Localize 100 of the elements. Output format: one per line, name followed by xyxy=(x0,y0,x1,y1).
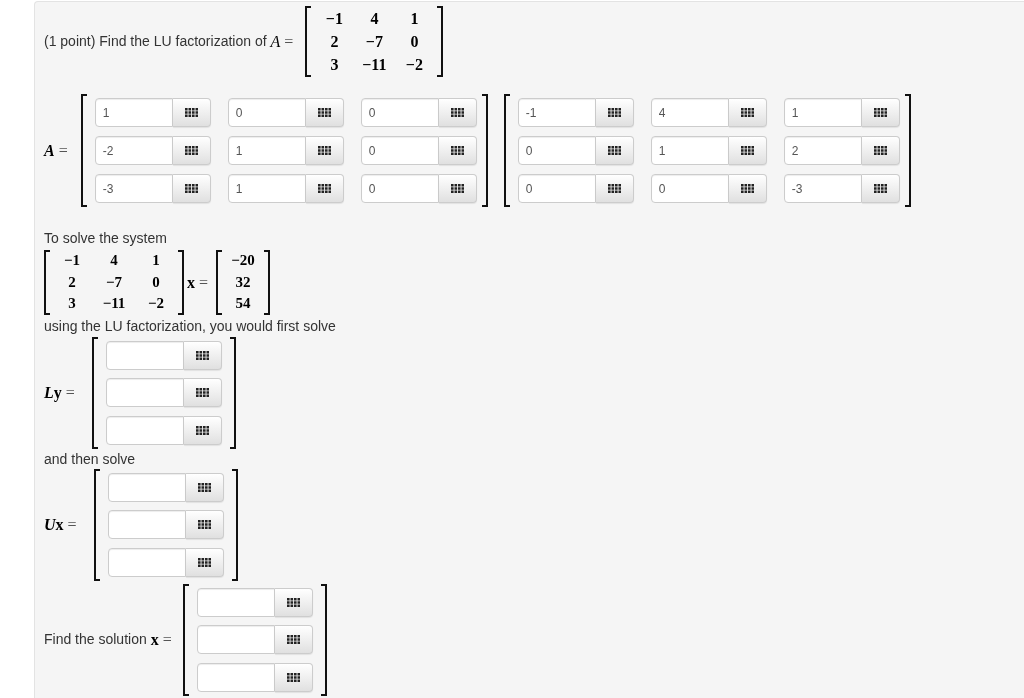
palette-button[interactable] xyxy=(185,547,224,577)
answer-field[interactable] xyxy=(196,662,275,692)
grid-icon xyxy=(317,146,331,155)
palette-button[interactable] xyxy=(861,174,900,203)
answer-field[interactable] xyxy=(196,625,275,654)
palette-button[interactable] xyxy=(172,98,211,127)
right-bracket xyxy=(264,250,271,315)
palette-button[interactable] xyxy=(274,662,313,692)
matrix-entry: −2 xyxy=(404,55,424,75)
grid-icon xyxy=(184,108,198,117)
answer-field[interactable]: 0 xyxy=(517,136,596,165)
matrix-entry: 1 xyxy=(151,251,161,270)
answer-field[interactable]: 1 xyxy=(227,174,306,203)
matrix-entry: 4 xyxy=(369,9,380,29)
grid-icon xyxy=(607,184,621,193)
grid-icon xyxy=(184,184,198,193)
grid-icon xyxy=(195,388,209,397)
palette-button[interactable] xyxy=(728,98,767,127)
grid-icon xyxy=(873,108,887,117)
answer-field[interactable] xyxy=(107,472,186,502)
grid-icon xyxy=(195,350,209,360)
math-label: Ly = xyxy=(44,384,75,401)
answer-field[interactable]: 0 xyxy=(227,98,306,127)
matrix-entry: −11 xyxy=(101,294,127,313)
palette-button[interactable] xyxy=(438,136,477,165)
vector-entry: 32 xyxy=(234,272,252,292)
matrix-entry: −11 xyxy=(361,55,388,75)
matrix-entry: 2 xyxy=(67,272,77,292)
math-label: A = xyxy=(270,33,294,50)
palette-button[interactable] xyxy=(438,98,477,127)
answer-field[interactable]: 1 xyxy=(783,98,862,127)
palette-button[interactable] xyxy=(274,587,313,617)
grid-icon xyxy=(607,108,621,117)
answer-field[interactable]: 0 xyxy=(360,98,439,127)
answer-field[interactable]: 2 xyxy=(783,136,862,165)
answer-field[interactable]: -2 xyxy=(94,136,173,165)
matrix-entry: 0 xyxy=(409,32,420,52)
matrix-entry: 3 xyxy=(329,55,340,75)
palette-button[interactable] xyxy=(172,136,211,165)
palette-button[interactable] xyxy=(305,136,344,165)
palette-button[interactable] xyxy=(185,510,224,539)
answer-field[interactable]: -1 xyxy=(517,98,596,127)
matrix-entry: 1 xyxy=(409,9,420,29)
palette-button[interactable] xyxy=(183,378,222,407)
palette-button[interactable] xyxy=(438,174,477,203)
palette-button[interactable] xyxy=(595,98,634,127)
palette-button[interactable] xyxy=(861,98,900,127)
palette-button[interactable] xyxy=(728,136,767,165)
question-text: Find the solution xyxy=(44,631,147,648)
palette-button[interactable] xyxy=(172,174,211,203)
palette-button[interactable] xyxy=(305,98,344,127)
palette-button[interactable] xyxy=(595,174,634,203)
palette-button[interactable] xyxy=(595,136,634,165)
matrix-entry: 4 xyxy=(109,251,119,270)
answer-field[interactable]: -3 xyxy=(94,174,173,203)
matrix-entry: 0 xyxy=(151,272,161,292)
grid-icon xyxy=(286,672,300,682)
grid-icon xyxy=(873,146,887,155)
answer-field[interactable]: -3 xyxy=(783,174,862,203)
palette-button[interactable] xyxy=(305,174,344,203)
grid-icon xyxy=(184,146,198,155)
answer-field[interactable] xyxy=(196,587,275,617)
matrix-entry: 3 xyxy=(67,294,77,313)
math-label: Ux = xyxy=(44,516,77,533)
answer-field[interactable]: 0 xyxy=(650,174,729,203)
matrix-entry: −1 xyxy=(324,9,344,29)
answer-field[interactable]: 0 xyxy=(360,136,439,165)
answer-field[interactable]: 0 xyxy=(360,174,439,203)
grid-icon xyxy=(873,184,887,193)
answer-field[interactable]: 1 xyxy=(650,136,729,165)
answer-field[interactable] xyxy=(107,547,186,577)
answer-field[interactable] xyxy=(105,378,184,407)
grid-icon xyxy=(197,557,211,567)
answer-field[interactable] xyxy=(105,415,184,445)
grid-icon xyxy=(197,520,211,529)
instruction-text: using the LU factorization, you would first solve xyxy=(44,317,337,335)
grid-icon xyxy=(317,184,331,193)
matrix-entry: −2 xyxy=(146,294,166,313)
answer-field[interactable]: 0 xyxy=(517,174,596,203)
answer-field[interactable]: 1 xyxy=(227,136,306,165)
grid-icon xyxy=(607,146,621,155)
palette-button[interactable] xyxy=(728,174,767,203)
matrix-entry: −7 xyxy=(104,272,124,292)
grid-icon xyxy=(286,635,300,644)
vector-entry: 54 xyxy=(234,294,252,313)
answer-field[interactable]: 1 xyxy=(94,98,173,127)
right-bracket xyxy=(178,250,184,315)
palette-button[interactable] xyxy=(861,136,900,165)
answer-field[interactable] xyxy=(107,510,186,539)
grid-icon xyxy=(317,108,331,117)
answer-field[interactable] xyxy=(105,340,184,370)
grid-icon xyxy=(450,146,464,155)
palette-button[interactable] xyxy=(274,625,313,654)
grid-icon xyxy=(450,108,464,117)
vector-entry: −20 xyxy=(230,251,256,270)
palette-button[interactable] xyxy=(185,472,224,502)
palette-button[interactable] xyxy=(183,415,222,445)
palette-button[interactable] xyxy=(183,340,222,370)
answer-field[interactable]: 4 xyxy=(650,98,729,127)
grid-icon xyxy=(740,184,754,193)
